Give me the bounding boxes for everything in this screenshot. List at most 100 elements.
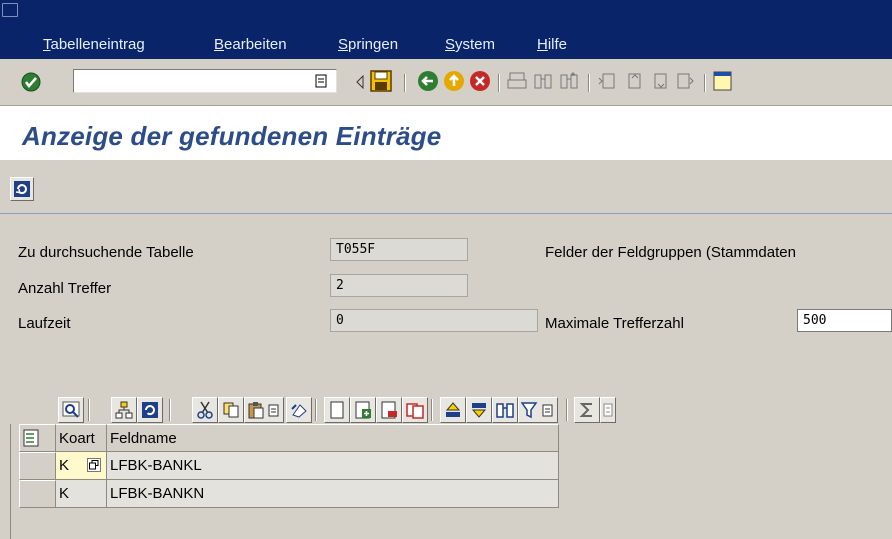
details-button[interactable] [58, 397, 84, 423]
paste-button[interactable] [244, 397, 284, 423]
filter-button[interactable] [518, 397, 558, 423]
page-last-icon [677, 73, 694, 89]
row-selector[interactable] [19, 480, 56, 508]
new-session-button[interactable] [712, 70, 732, 92]
page-next-icon [654, 73, 667, 89]
toolbar-separator [498, 74, 500, 92]
fields-label: Felder der Feldgruppen (Stammdaten [545, 244, 796, 261]
append-row-button[interactable] [324, 397, 350, 423]
menu-bar: Tabelleneintrag Bearbeiten Springen Syst… [0, 0, 892, 59]
sigma-icon [579, 403, 592, 417]
toolbar-separator [404, 74, 406, 92]
menu-bearbeiten[interactable]: Bearbeiten [214, 36, 287, 53]
refresh-icon [14, 181, 30, 197]
page-first-icon [598, 73, 615, 89]
floppy-disk-icon [370, 70, 392, 92]
max-hits-label: Maximale Trefferzahl [545, 315, 684, 332]
command-field[interactable] [73, 69, 337, 93]
grid-toolbar-separator [315, 399, 317, 421]
value-help-icon [89, 460, 99, 470]
scissors-icon [197, 401, 213, 419]
arrow-left-icon [418, 71, 438, 91]
command-history-button[interactable] [312, 71, 330, 91]
first-page-button[interactable] [596, 70, 618, 92]
collapse-command-button[interactable] [353, 71, 367, 93]
grid-left-border [10, 424, 11, 539]
hits-field: 2 [330, 274, 468, 297]
grid-toolbar-separator [169, 399, 171, 421]
grid-toolbar-separator [566, 399, 568, 421]
toolbar-separator [704, 74, 706, 92]
menu-springen[interactable]: Springen [338, 36, 398, 53]
menu-hilfe[interactable]: Hilfe [537, 36, 567, 53]
magnifier-icon [62, 401, 80, 418]
back-button[interactable] [417, 70, 439, 92]
sort-descending-button[interactable] [466, 397, 492, 423]
sum-button[interactable] [574, 397, 600, 423]
grid-refresh-button[interactable] [137, 397, 163, 423]
binoculars-plus-icon [560, 72, 578, 89]
hierarchy-icon [115, 401, 133, 419]
previous-page-button[interactable] [622, 70, 644, 92]
new-window-icon [713, 71, 732, 91]
filter-icon [521, 402, 553, 419]
hits-label: Anzahl Treffer [18, 280, 112, 297]
refresh-icon [142, 402, 158, 418]
select-all-icon [23, 429, 39, 447]
application-toolbar [0, 161, 892, 215]
check-entries-button[interactable] [111, 397, 137, 423]
binoculars-icon [534, 74, 552, 89]
cancel-button[interactable] [469, 70, 491, 92]
find-next-button[interactable] [558, 70, 580, 92]
table-field: T055F [330, 238, 468, 261]
duplicate-row-icon [406, 403, 424, 419]
print-button[interactable] [506, 70, 528, 92]
grid-find-button[interactable] [492, 397, 518, 423]
insert-row-icon [355, 401, 371, 419]
runtime-label: Laufzeit [18, 315, 71, 332]
select-all-button[interactable] [19, 424, 56, 452]
duplicate-row-button[interactable] [402, 397, 428, 423]
page-previous-icon [628, 73, 641, 89]
refresh-button[interactable] [10, 177, 34, 201]
paste-icon [248, 402, 279, 419]
row-selector[interactable] [19, 452, 56, 480]
copy-button[interactable] [218, 397, 244, 423]
menu-system[interactable]: System [445, 36, 495, 53]
cut-button[interactable] [192, 397, 218, 423]
delete-row-button[interactable] [376, 397, 402, 423]
column-header-koart[interactable]: Koart [56, 424, 107, 452]
enter-button[interactable] [20, 71, 42, 93]
delete-row-icon [381, 401, 397, 419]
insert-row-button[interactable] [350, 397, 376, 423]
triangle-left-icon [356, 75, 364, 89]
find-button[interactable] [532, 70, 554, 92]
table-cell-koart[interactable]: K [56, 480, 107, 508]
value-help-button[interactable] [87, 458, 101, 472]
checkmark-icon [21, 72, 41, 92]
undo-icon [291, 404, 307, 418]
table-cell-koart[interactable]: K [56, 452, 107, 480]
undo-button[interactable] [286, 397, 312, 423]
next-page-button[interactable] [648, 70, 670, 92]
toolbar-separator [588, 74, 590, 92]
column-header-feldname[interactable]: Feldname [107, 424, 559, 452]
copy-icon [223, 402, 239, 418]
exit-button[interactable] [443, 70, 465, 92]
table-cell-feldname[interactable]: LFBK-BANKL [107, 452, 559, 480]
page-title: Anzeige der gefundenen Einträge [22, 121, 442, 151]
menu-tabelleneintrag[interactable]: Tabelleneintrag [43, 36, 145, 53]
table-cell-feldname[interactable]: LFBK-BANKN [107, 480, 559, 508]
sort-ascending-icon [445, 402, 461, 417]
sort-ascending-button[interactable] [440, 397, 466, 423]
sum-dropdown-button[interactable] [600, 397, 616, 423]
sort-descending-icon [471, 403, 487, 418]
last-page-button[interactable] [674, 70, 696, 92]
new-document-icon [330, 401, 344, 419]
table-label: Zu durchsuchende Tabelle [18, 244, 194, 261]
max-hits-input[interactable]: 500 [797, 309, 892, 332]
runtime-field: 0 [330, 309, 538, 332]
save-button[interactable] [370, 70, 392, 92]
system-menu-icon[interactable] [2, 3, 18, 17]
cell-koart-value: K [59, 457, 70, 474]
